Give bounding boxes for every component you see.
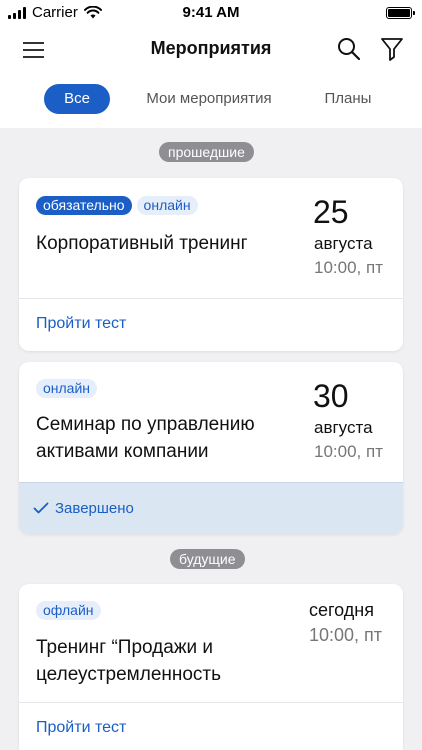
event-time: 10:00, пт <box>314 442 383 461</box>
event-card[interactable]: обязательно онлайн Корпоративный тренинг… <box>19 178 403 351</box>
badge-online: онлайн <box>136 196 198 215</box>
check-icon <box>33 502 49 514</box>
event-month: августа <box>314 418 373 437</box>
section-label-past: прошедшие <box>159 142 254 162</box>
filter-button[interactable] <box>380 36 404 62</box>
event-title-line1: Тренинг “Продажи и <box>36 637 214 658</box>
badge-required: обязательно <box>36 196 132 215</box>
event-card[interactable]: онлайн Семинар по управлению активами ко… <box>19 362 403 534</box>
tab-plans[interactable]: Планы <box>316 84 380 114</box>
event-badges: обязательно онлайн <box>36 196 198 215</box>
search-button[interactable] <box>336 36 362 62</box>
card-divider <box>19 298 403 299</box>
battery-icon <box>386 7 415 19</box>
event-time: 10:00, пт <box>314 258 383 277</box>
tab-all[interactable]: Все <box>44 84 110 114</box>
event-card[interactable]: офлайн Тренинг “Продажи и целеустремленн… <box>19 584 403 750</box>
event-title-line1: Семинар по управлению <box>36 414 255 435</box>
completed-status-bar: Завершено <box>19 482 403 534</box>
section-label-future: будущие <box>170 549 245 569</box>
event-title-line2: активами компании <box>36 441 209 462</box>
tab-my-events[interactable]: Мои мероприятия <box>138 84 280 114</box>
tab-bar: Все Мои мероприятия Планы <box>0 74 422 128</box>
badge-online: онлайн <box>36 379 98 398</box>
status-time: 9:41 AM <box>182 4 240 21</box>
nav-bar: Мероприятия <box>0 26 422 74</box>
event-month: августа <box>314 234 373 253</box>
event-badges: офлайн <box>36 601 101 620</box>
take-test-link[interactable]: Пройти тест <box>36 719 126 737</box>
card-divider <box>19 702 403 703</box>
event-title: Корпоративный тренинг <box>36 233 248 254</box>
event-time: 10:00, пт <box>309 625 383 645</box>
event-day: 30 <box>313 378 349 414</box>
event-title-line2: целеустремленность <box>36 664 222 685</box>
completed-label: Завершено <box>55 500 134 517</box>
search-icon <box>338 38 361 61</box>
event-day: 25 <box>313 194 349 230</box>
take-test-link[interactable]: Пройти тест <box>36 315 126 333</box>
filter-icon <box>381 38 403 61</box>
event-badges: онлайн <box>36 379 98 398</box>
event-day-label: сегодня <box>309 600 374 620</box>
badge-offline: офлайн <box>36 601 101 620</box>
status-bar: Carrier 9:41 AM <box>0 0 422 26</box>
